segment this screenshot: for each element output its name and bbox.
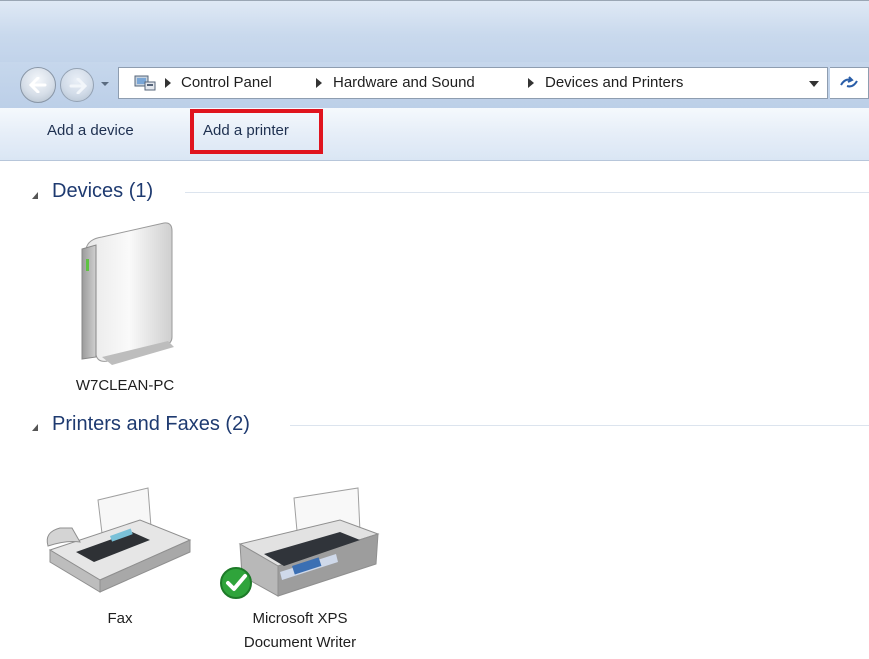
device-label: W7CLEAN-PC (75, 377, 175, 394)
back-arrow-icon (29, 77, 47, 93)
printer-label-line2: Document Writer (243, 634, 357, 651)
fax-machine-icon (46, 487, 192, 593)
group-header-devices[interactable]: Devices (1) (52, 180, 153, 203)
address-box[interactable]: Control Panel Hardware and Sound Devices… (118, 67, 828, 99)
forward-button[interactable] (60, 68, 94, 102)
group-divider (185, 192, 869, 193)
breadcrumb-separator-icon[interactable] (165, 78, 171, 88)
device-item-w7clean-pc[interactable]: W7CLEAN-PC (50, 215, 200, 405)
add-device-button[interactable]: Add a device (47, 122, 134, 139)
printer-label-line1: Microsoft XPS (252, 610, 348, 627)
printer-label-fax: Fax (107, 610, 133, 627)
printer-item-microsoft-xps-document-writer[interactable]: Microsoft XPS Document Writer (205, 480, 395, 659)
address-bar-area: Control Panel Hardware and Sound Devices… (0, 62, 869, 108)
breadcrumb-separator-icon[interactable] (528, 78, 534, 88)
chevron-down-icon[interactable] (809, 81, 819, 87)
breadcrumb-hardware-and-sound[interactable]: Hardware and Sound (333, 74, 475, 91)
collapse-triangle-icon[interactable] (32, 424, 38, 431)
command-bar: Add a device Add a printer (0, 108, 869, 161)
group-header-printers-and-faxes[interactable]: Printers and Faxes (2) (52, 413, 250, 436)
breadcrumb-devices-and-printers[interactable]: Devices and Printers (545, 74, 683, 91)
breadcrumb-control-panel[interactable]: Control Panel (181, 74, 272, 91)
refresh-button[interactable] (830, 67, 869, 99)
group-divider (290, 425, 869, 426)
add-printer-highlight (190, 109, 323, 154)
recent-pages-icon (101, 82, 109, 86)
default-checkmark-icon (220, 567, 252, 599)
recent-pages-button[interactable] (98, 74, 112, 94)
computer-tower-icon (81, 222, 174, 365)
forward-arrow-icon (69, 78, 87, 94)
back-button[interactable] (20, 67, 56, 103)
breadcrumb-separator-icon[interactable] (316, 78, 322, 88)
devices-folder-icon (133, 73, 157, 93)
refresh-icon (840, 76, 858, 88)
collapse-triangle-icon[interactable] (32, 192, 38, 199)
window-titlebar (0, 0, 869, 63)
printer-item-fax[interactable]: Fax (40, 480, 200, 630)
